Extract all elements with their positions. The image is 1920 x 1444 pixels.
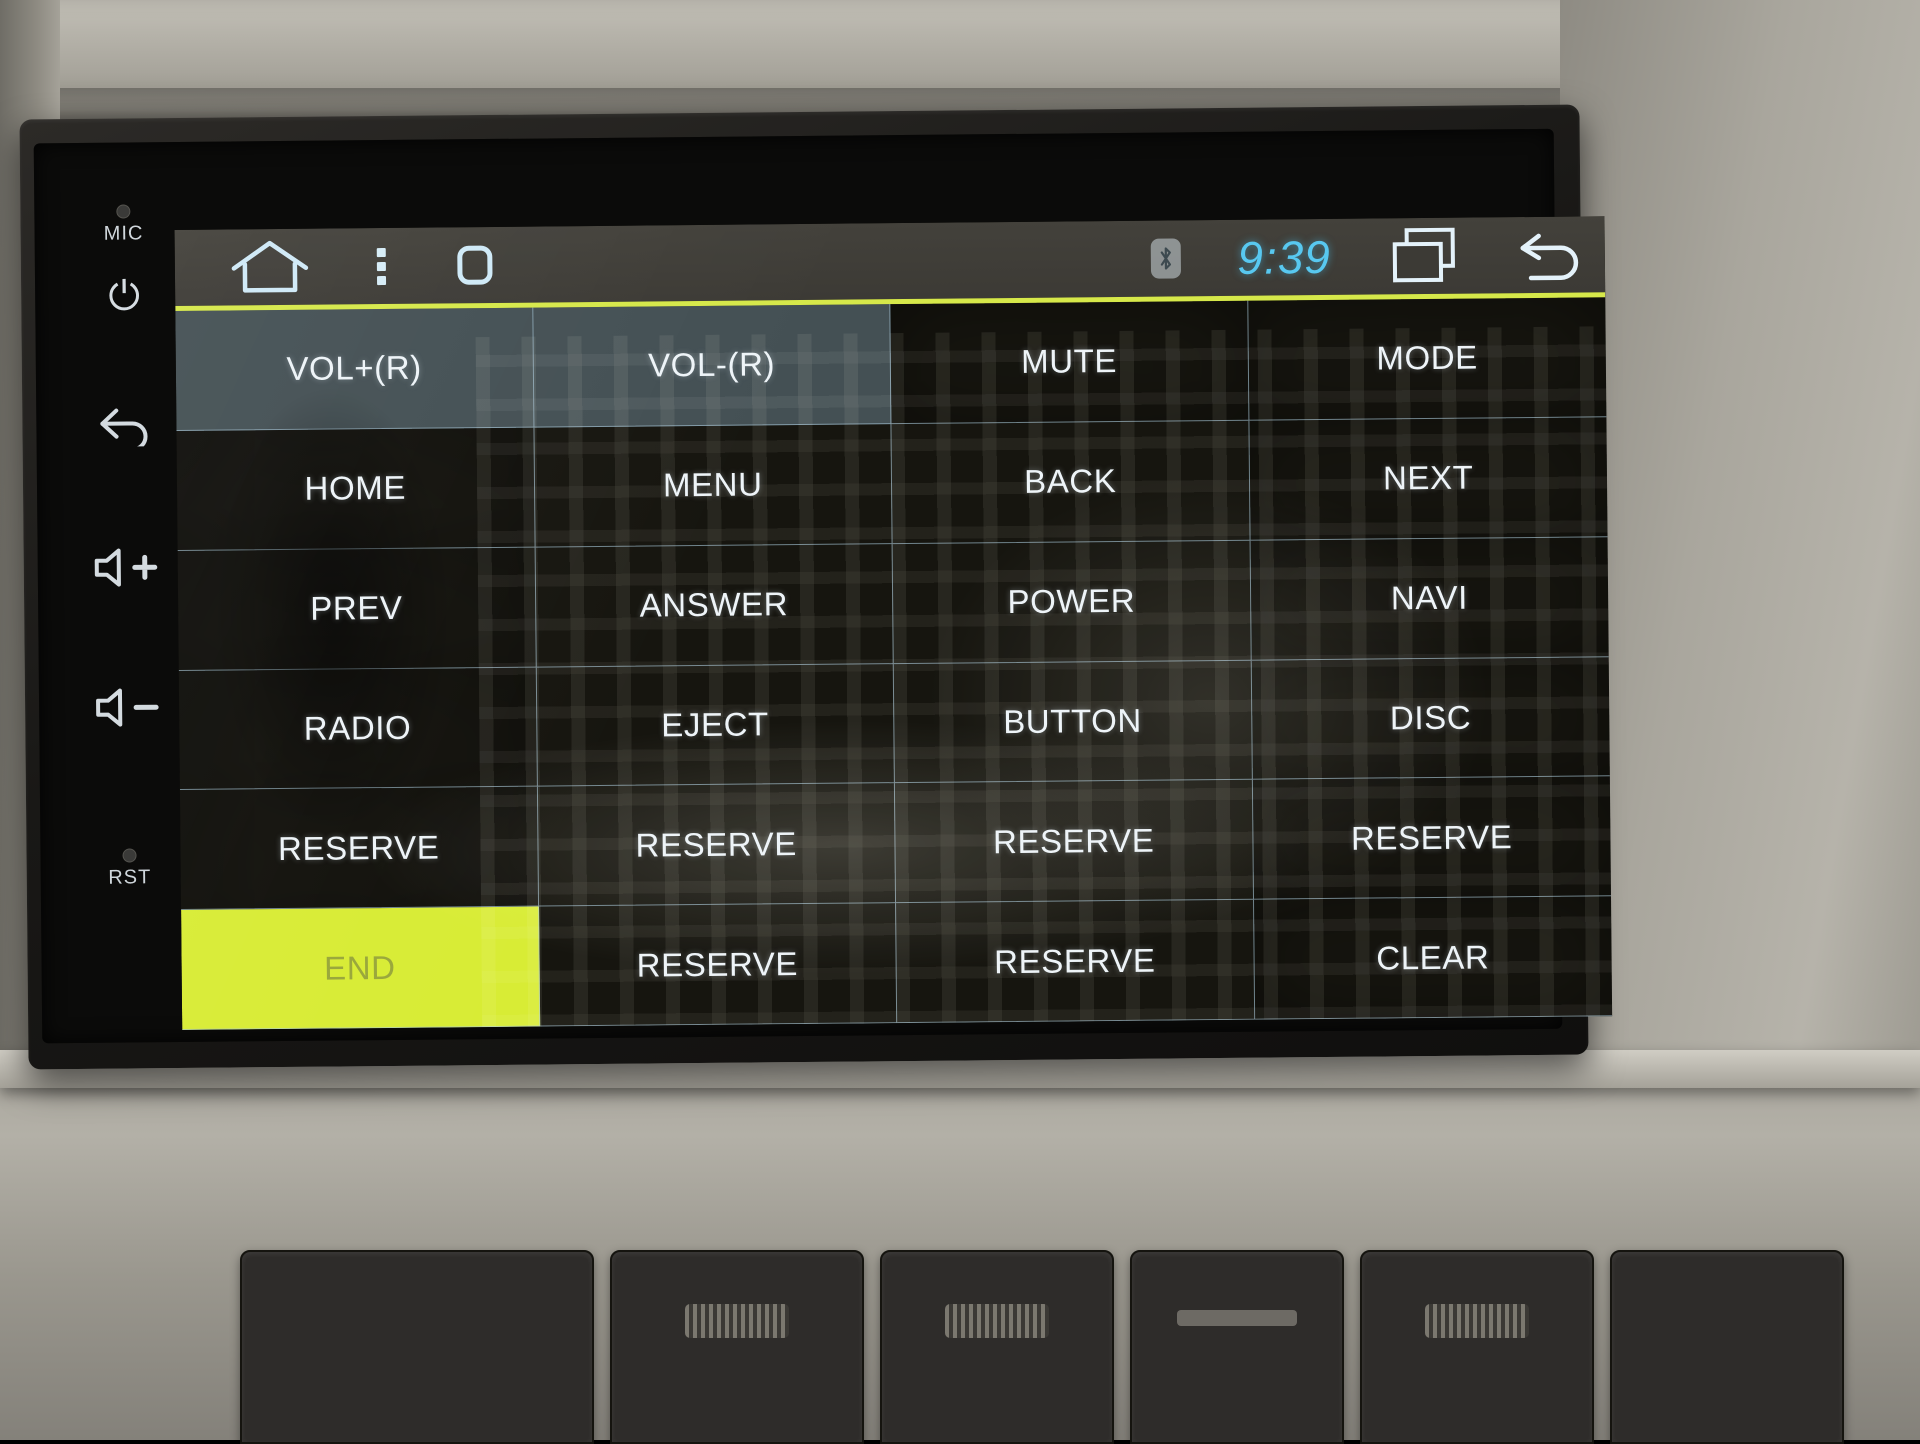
dashboard-right-trim <box>1560 0 1920 1160</box>
grid-cell-vol-minus-r[interactable]: VOL-(R) <box>533 304 892 427</box>
power-icon: ⏻ <box>69 274 179 319</box>
grid-cell-label: MODE <box>1376 339 1478 378</box>
menu-dot <box>377 275 386 284</box>
grid-cell-disc[interactable]: DISC <box>1251 657 1610 780</box>
grid-cell-back[interactable]: BACK <box>891 421 1250 544</box>
grid-cell-label: HOME <box>304 469 406 508</box>
microphone-icon <box>116 204 130 218</box>
status-bar-left-group <box>175 236 499 297</box>
status-bar: 9:39 <box>175 216 1606 306</box>
grid-cell-reserve-2[interactable]: RESERVE <box>537 783 896 906</box>
grid-cell-mode[interactable]: MODE <box>1248 297 1607 420</box>
console-button-4[interactable] <box>1130 1250 1344 1444</box>
menu-dot <box>377 247 386 256</box>
console-button-6[interactable] <box>1610 1250 1844 1444</box>
grid-cell-label: RESERVE <box>993 821 1155 861</box>
grid-cell-label: RESERVE <box>637 945 799 985</box>
grid-cell-reserve-6[interactable]: RESERVE <box>896 900 1255 1023</box>
grid-cell-eject[interactable]: EJECT <box>536 664 895 787</box>
mic-key-label: MIC <box>68 222 178 246</box>
speaker-grill-icon <box>685 1304 789 1338</box>
clock: 9:39 <box>1237 230 1331 285</box>
console-button-2[interactable] <box>610 1250 864 1444</box>
grid-cell-home[interactable]: HOME <box>176 427 535 550</box>
head-unit-face: MIC ⏻ <box>34 129 1563 1044</box>
grid-cell-end[interactable]: END <box>181 907 540 1030</box>
grid-cell-label: ANSWER <box>640 585 789 624</box>
hardware-key-column: MIC ⏻ <box>68 196 186 1009</box>
grid-cell-label: RESERVE <box>635 825 797 865</box>
grid-cell-label: MUTE <box>1021 342 1117 381</box>
grid-cell-mute[interactable]: MUTE <box>890 301 1249 424</box>
grid-cell-power[interactable]: POWER <box>893 540 1252 663</box>
dash-line-icon <box>1177 1310 1297 1326</box>
console-button-1[interactable] <box>240 1250 594 1444</box>
home-icon[interactable] <box>229 238 312 297</box>
volume-down-icon <box>73 686 183 738</box>
grid-cell-label: POWER <box>1007 582 1135 621</box>
swc-function-grid: VOL+(R) VOL-(R) MUTE MODE HOME MENU BACK… <box>175 297 1612 1030</box>
grid-cell-label: CLEAR <box>1376 938 1489 977</box>
console-button-3[interactable] <box>880 1250 1114 1444</box>
grid-cell-label: RESERVE <box>994 941 1156 981</box>
back-icon[interactable] <box>1517 223 1596 286</box>
grid-cell-label: NEXT <box>1383 459 1474 498</box>
power-key[interactable]: ⏻ <box>69 274 179 319</box>
grid-cell-reserve-4[interactable]: RESERVE <box>1252 777 1611 900</box>
back-arrow-icon <box>70 404 180 456</box>
reset-key[interactable]: RST <box>74 848 184 890</box>
speaker-grill-icon <box>945 1304 1049 1338</box>
grid-cell-label: RESERVE <box>278 828 440 868</box>
bluetooth-icon <box>1151 238 1181 278</box>
grid-cell-label: VOL-(R) <box>648 346 775 385</box>
recent-apps-icon[interactable] <box>1387 224 1462 289</box>
grid-cell-label: RADIO <box>304 709 412 748</box>
head-unit-bezel: MIC ⏻ <box>19 105 1588 1070</box>
volume-down-key[interactable] <box>73 686 183 738</box>
grid-cell-label: BUTTON <box>1003 702 1142 741</box>
volume-up-key[interactable] <box>72 546 182 598</box>
grid-cell-label: EJECT <box>661 705 769 744</box>
grid-cell-navi[interactable]: NAVI <box>1250 537 1609 660</box>
grid-cell-reserve-1[interactable]: RESERVE <box>180 787 539 910</box>
touchscreen[interactable]: 9:39 <box>175 216 1613 1030</box>
speaker-grill-icon <box>1425 1304 1529 1338</box>
grid-cell-clear[interactable]: CLEAR <box>1254 896 1613 1019</box>
grid-cell-label: NAVI <box>1391 579 1468 618</box>
reset-pinhole-icon <box>122 848 136 862</box>
back-key[interactable] <box>70 404 180 456</box>
grid-cell-answer[interactable]: ANSWER <box>535 544 894 667</box>
grid-cell-vol-plus-r[interactable]: VOL+(R) <box>175 308 534 431</box>
grid-cell-prev[interactable]: PREV <box>178 547 537 670</box>
stop-square-icon[interactable] <box>452 240 498 290</box>
grid-cell-label: DISC <box>1390 699 1472 738</box>
grid-cell-button[interactable]: BUTTON <box>894 660 1253 783</box>
status-bar-right-group: 9:39 <box>1151 222 1605 290</box>
photo-scene: MIC ⏻ <box>0 0 1920 1440</box>
grid-cell-label: RESERVE <box>1351 818 1513 858</box>
reset-key-label: RST <box>75 866 185 890</box>
grid-cell-label: PREV <box>310 589 403 628</box>
grid-cell-label: BACK <box>1024 462 1117 501</box>
grid-cell-reserve-3[interactable]: RESERVE <box>895 780 1254 903</box>
overflow-menu-icon[interactable] <box>377 247 386 284</box>
grid-cell-menu[interactable]: MENU <box>534 424 893 547</box>
grid-cell-label: END <box>324 949 396 988</box>
menu-dot <box>377 261 386 270</box>
grid-cell-radio[interactable]: RADIO <box>179 667 538 790</box>
console-button-5[interactable] <box>1360 1250 1594 1444</box>
grid-cell-label: MENU <box>663 466 763 505</box>
grid-cell-reserve-5[interactable]: RESERVE <box>539 903 898 1026</box>
mic-key[interactable]: MIC <box>68 204 178 246</box>
volume-up-icon <box>72 546 182 598</box>
grid-cell-next[interactable]: NEXT <box>1249 417 1608 540</box>
grid-cell-label: VOL+(R) <box>286 349 422 388</box>
